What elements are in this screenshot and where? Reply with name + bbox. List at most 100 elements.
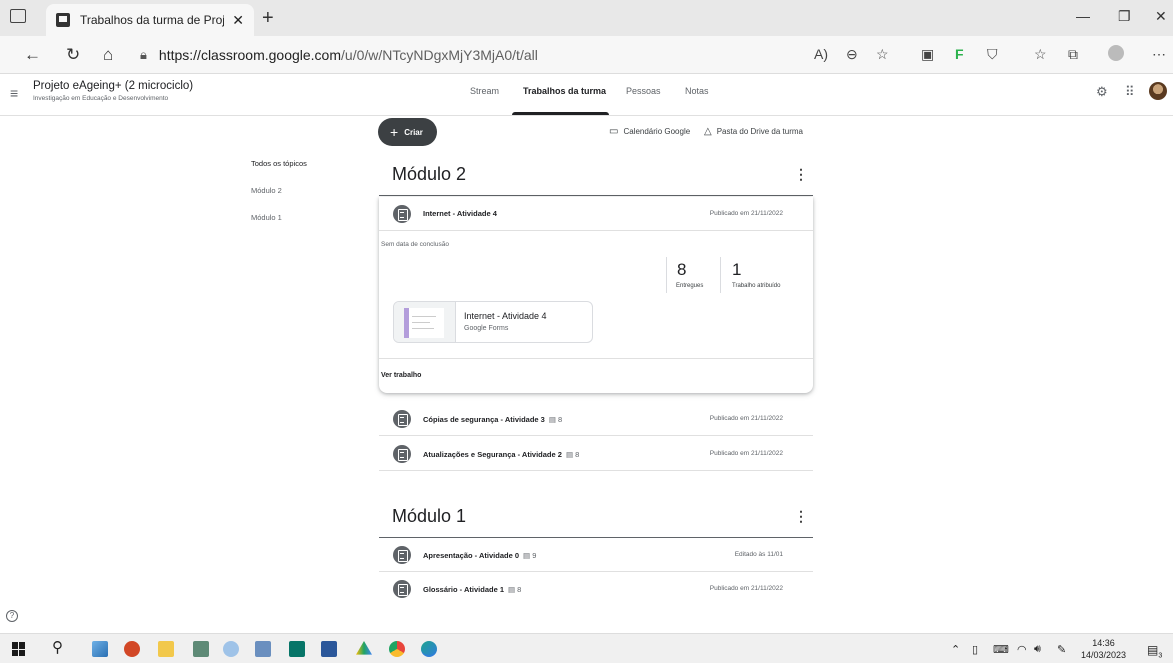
- more-icon[interactable]: ⋯: [1152, 46, 1166, 63]
- tab-people[interactable]: Pessoas: [626, 86, 661, 96]
- chevron-up-icon[interactable]: ⌃: [951, 643, 960, 656]
- card-divider: [379, 358, 813, 359]
- scanner-icon[interactable]: [255, 641, 271, 657]
- thumbnail-line: [412, 316, 436, 317]
- apps-grid-icon[interactable]: ⠿: [1125, 84, 1135, 100]
- chrome-icon[interactable]: [389, 641, 405, 657]
- tab-grades[interactable]: Notas: [685, 86, 709, 96]
- assignment-date: Publicado em 21/11/2022: [709, 210, 783, 217]
- wifi-icon[interactable]: ◠: [1017, 643, 1027, 656]
- minimize-icon[interactable]: —: [1076, 8, 1090, 24]
- comment-count: ▤ 8: [508, 585, 522, 594]
- publisher-icon[interactable]: [289, 641, 305, 657]
- tab-stream[interactable]: Stream: [470, 86, 499, 96]
- classroom-header: ≡ Projeto eAgeing+ (2 microciclo) Invest…: [0, 74, 1173, 116]
- topic-modulo-2[interactable]: Módulo 2: [251, 186, 282, 195]
- forms-attachment[interactable]: Internet - Atividade 4 Google Forms: [393, 301, 593, 343]
- windows-start-icon[interactable]: [12, 642, 26, 656]
- search-icon[interactable]: ⚲: [52, 638, 63, 656]
- menu-icon[interactable]: ≡: [10, 85, 18, 101]
- shield-icon[interactable]: ⛉: [987, 46, 998, 63]
- refresh-icon[interactable]: ↻: [66, 45, 80, 65]
- keyboard-icon[interactable]: ⌨: [993, 643, 1009, 656]
- close-icon[interactable]: ✕: [1155, 8, 1167, 25]
- calculator-icon[interactable]: [193, 641, 209, 657]
- class-name[interactable]: Projeto eAgeing+ (2 microciclo): [33, 80, 193, 92]
- classroom-favicon-icon: [56, 13, 70, 27]
- turned-in-count[interactable]: 8: [677, 260, 686, 280]
- assignment-icon: [393, 546, 411, 564]
- assigned-label: Trabalho atribuído: [732, 283, 781, 289]
- tab-classwork[interactable]: Trabalhos da turma: [523, 86, 606, 96]
- assignment-date: Publicado em 21/11/2022: [709, 450, 783, 457]
- assignment-date: Editado às 11/01: [734, 551, 783, 558]
- topic-all[interactable]: Todos os tópicos: [251, 159, 307, 168]
- url-host: https://classroom.google.com: [158, 47, 342, 63]
- avatar[interactable]: [1149, 82, 1167, 100]
- active-tab-indicator: [512, 112, 609, 115]
- assignment-title-text: Atualizações e Segurança - Atividade 2: [423, 450, 562, 459]
- address-bar[interactable]: 🔒︎ https://classroom.google.com/u/0/w/NT…: [140, 42, 910, 68]
- address-toolbar: ← ↻ ⌂ 🔒︎ https://classroom.google.com/u/…: [0, 36, 1173, 74]
- taskview-icon[interactable]: [92, 641, 108, 657]
- restore-icon[interactable]: ❐: [1118, 8, 1131, 25]
- list-item[interactable]: Cópias de segurança - Atividade 3 ▤ 8 Pub…: [379, 402, 813, 436]
- lock-icon[interactable]: 🔒︎: [140, 47, 147, 63]
- help-icon[interactable]: ?: [6, 610, 18, 622]
- assignment-title: Apresentação - Atividade 0 ▤ 9: [423, 551, 536, 560]
- notification-center-icon[interactable]: ▤3: [1147, 643, 1162, 659]
- list-item[interactable]: Glossário - Atividade 1 ▤ 8 Publicado em …: [379, 572, 813, 606]
- assignment-title: Glossário - Atividade 1 ▤ 8: [423, 585, 521, 594]
- settings-icon[interactable]: ⚙: [1096, 84, 1108, 100]
- favorites-icon[interactable]: ☆: [1034, 46, 1047, 63]
- plus-icon: +: [390, 124, 399, 140]
- class-subtitle: Investigação em Educação e Desenvolvimen…: [33, 95, 169, 102]
- new-tab-button[interactable]: +: [262, 7, 274, 30]
- clock-time: 14:36: [1092, 638, 1115, 648]
- extensions-icon[interactable]: ▣: [921, 46, 934, 63]
- comment-count-value: 8: [575, 450, 580, 459]
- paint-icon[interactable]: [223, 641, 239, 657]
- file-explorer-icon[interactable]: [158, 641, 174, 657]
- assignment-title: Cópias de segurança - Atividade 3 ▤ 8: [423, 415, 562, 424]
- list-item[interactable]: Atualizações e Segurança - Atividade 2 ▤ …: [379, 437, 813, 471]
- pen-icon[interactable]: ✎: [1057, 643, 1066, 656]
- feedly-icon[interactable]: F: [955, 46, 964, 62]
- google-drive-icon[interactable]: [356, 641, 372, 655]
- create-button[interactable]: + Criar: [378, 118, 437, 146]
- back-icon[interactable]: ←: [24, 45, 41, 65]
- drive-folder-link[interactable]: △ Pasta do Drive da turma: [704, 126, 803, 137]
- read-aloud-icon[interactable]: A): [814, 46, 828, 62]
- profile-icon[interactable]: [1108, 45, 1124, 61]
- powerpoint-icon[interactable]: [124, 641, 140, 657]
- view-assignment-link[interactable]: Ver trabalho: [381, 372, 421, 379]
- battery-icon[interactable]: ▯: [972, 643, 978, 656]
- favorite-add-icon[interactable]: ☆: [876, 46, 889, 63]
- attachment-type: Google Forms: [464, 325, 509, 332]
- home-icon[interactable]: ⌂: [103, 45, 113, 65]
- more-vert-icon[interactable]: ⋮: [794, 166, 808, 183]
- word-icon[interactable]: [321, 641, 337, 657]
- assignment-header[interactable]: Internet - Atividade 4 Publicado em 21/1…: [379, 197, 813, 231]
- more-vert-icon[interactable]: ⋮: [794, 508, 808, 525]
- browser-tab-active[interactable]: Trabalhos da turma de Projeto e/ ✕: [46, 4, 254, 36]
- edge-icon[interactable]: [421, 641, 437, 657]
- collections-icon[interactable]: ⧉: [1068, 46, 1078, 63]
- stat-divider: [666, 257, 667, 293]
- tab-close-icon[interactable]: ✕: [232, 12, 244, 29]
- list-item[interactable]: Apresentação - Atividade 0 ▤ 9 Editado às…: [379, 538, 813, 572]
- assignment-icon: [393, 410, 411, 428]
- comment-count: ▤ 9: [523, 551, 537, 560]
- volume-icon[interactable]: 🔊︎: [1034, 643, 1041, 656]
- clock-date: 14/03/2023: [1081, 650, 1127, 660]
- topic-modulo-1[interactable]: Módulo 1: [251, 213, 282, 222]
- tab-actions-icon[interactable]: [10, 9, 26, 23]
- assignment-date: Publicado em 21/11/2022: [709, 415, 783, 422]
- assignment-title: Internet - Atividade 4: [423, 209, 497, 218]
- assigned-count[interactable]: 1: [732, 260, 741, 280]
- clock[interactable]: 14:36 14/03/2023: [1081, 637, 1126, 661]
- zoom-out-icon[interactable]: ⊖: [846, 46, 858, 63]
- attachment-title: Internet - Atividade 4: [464, 311, 547, 321]
- calendar-link[interactable]: ▭ Calendário Google: [609, 126, 690, 137]
- assignment-title-text: Cópias de segurança - Atividade 3: [423, 415, 545, 424]
